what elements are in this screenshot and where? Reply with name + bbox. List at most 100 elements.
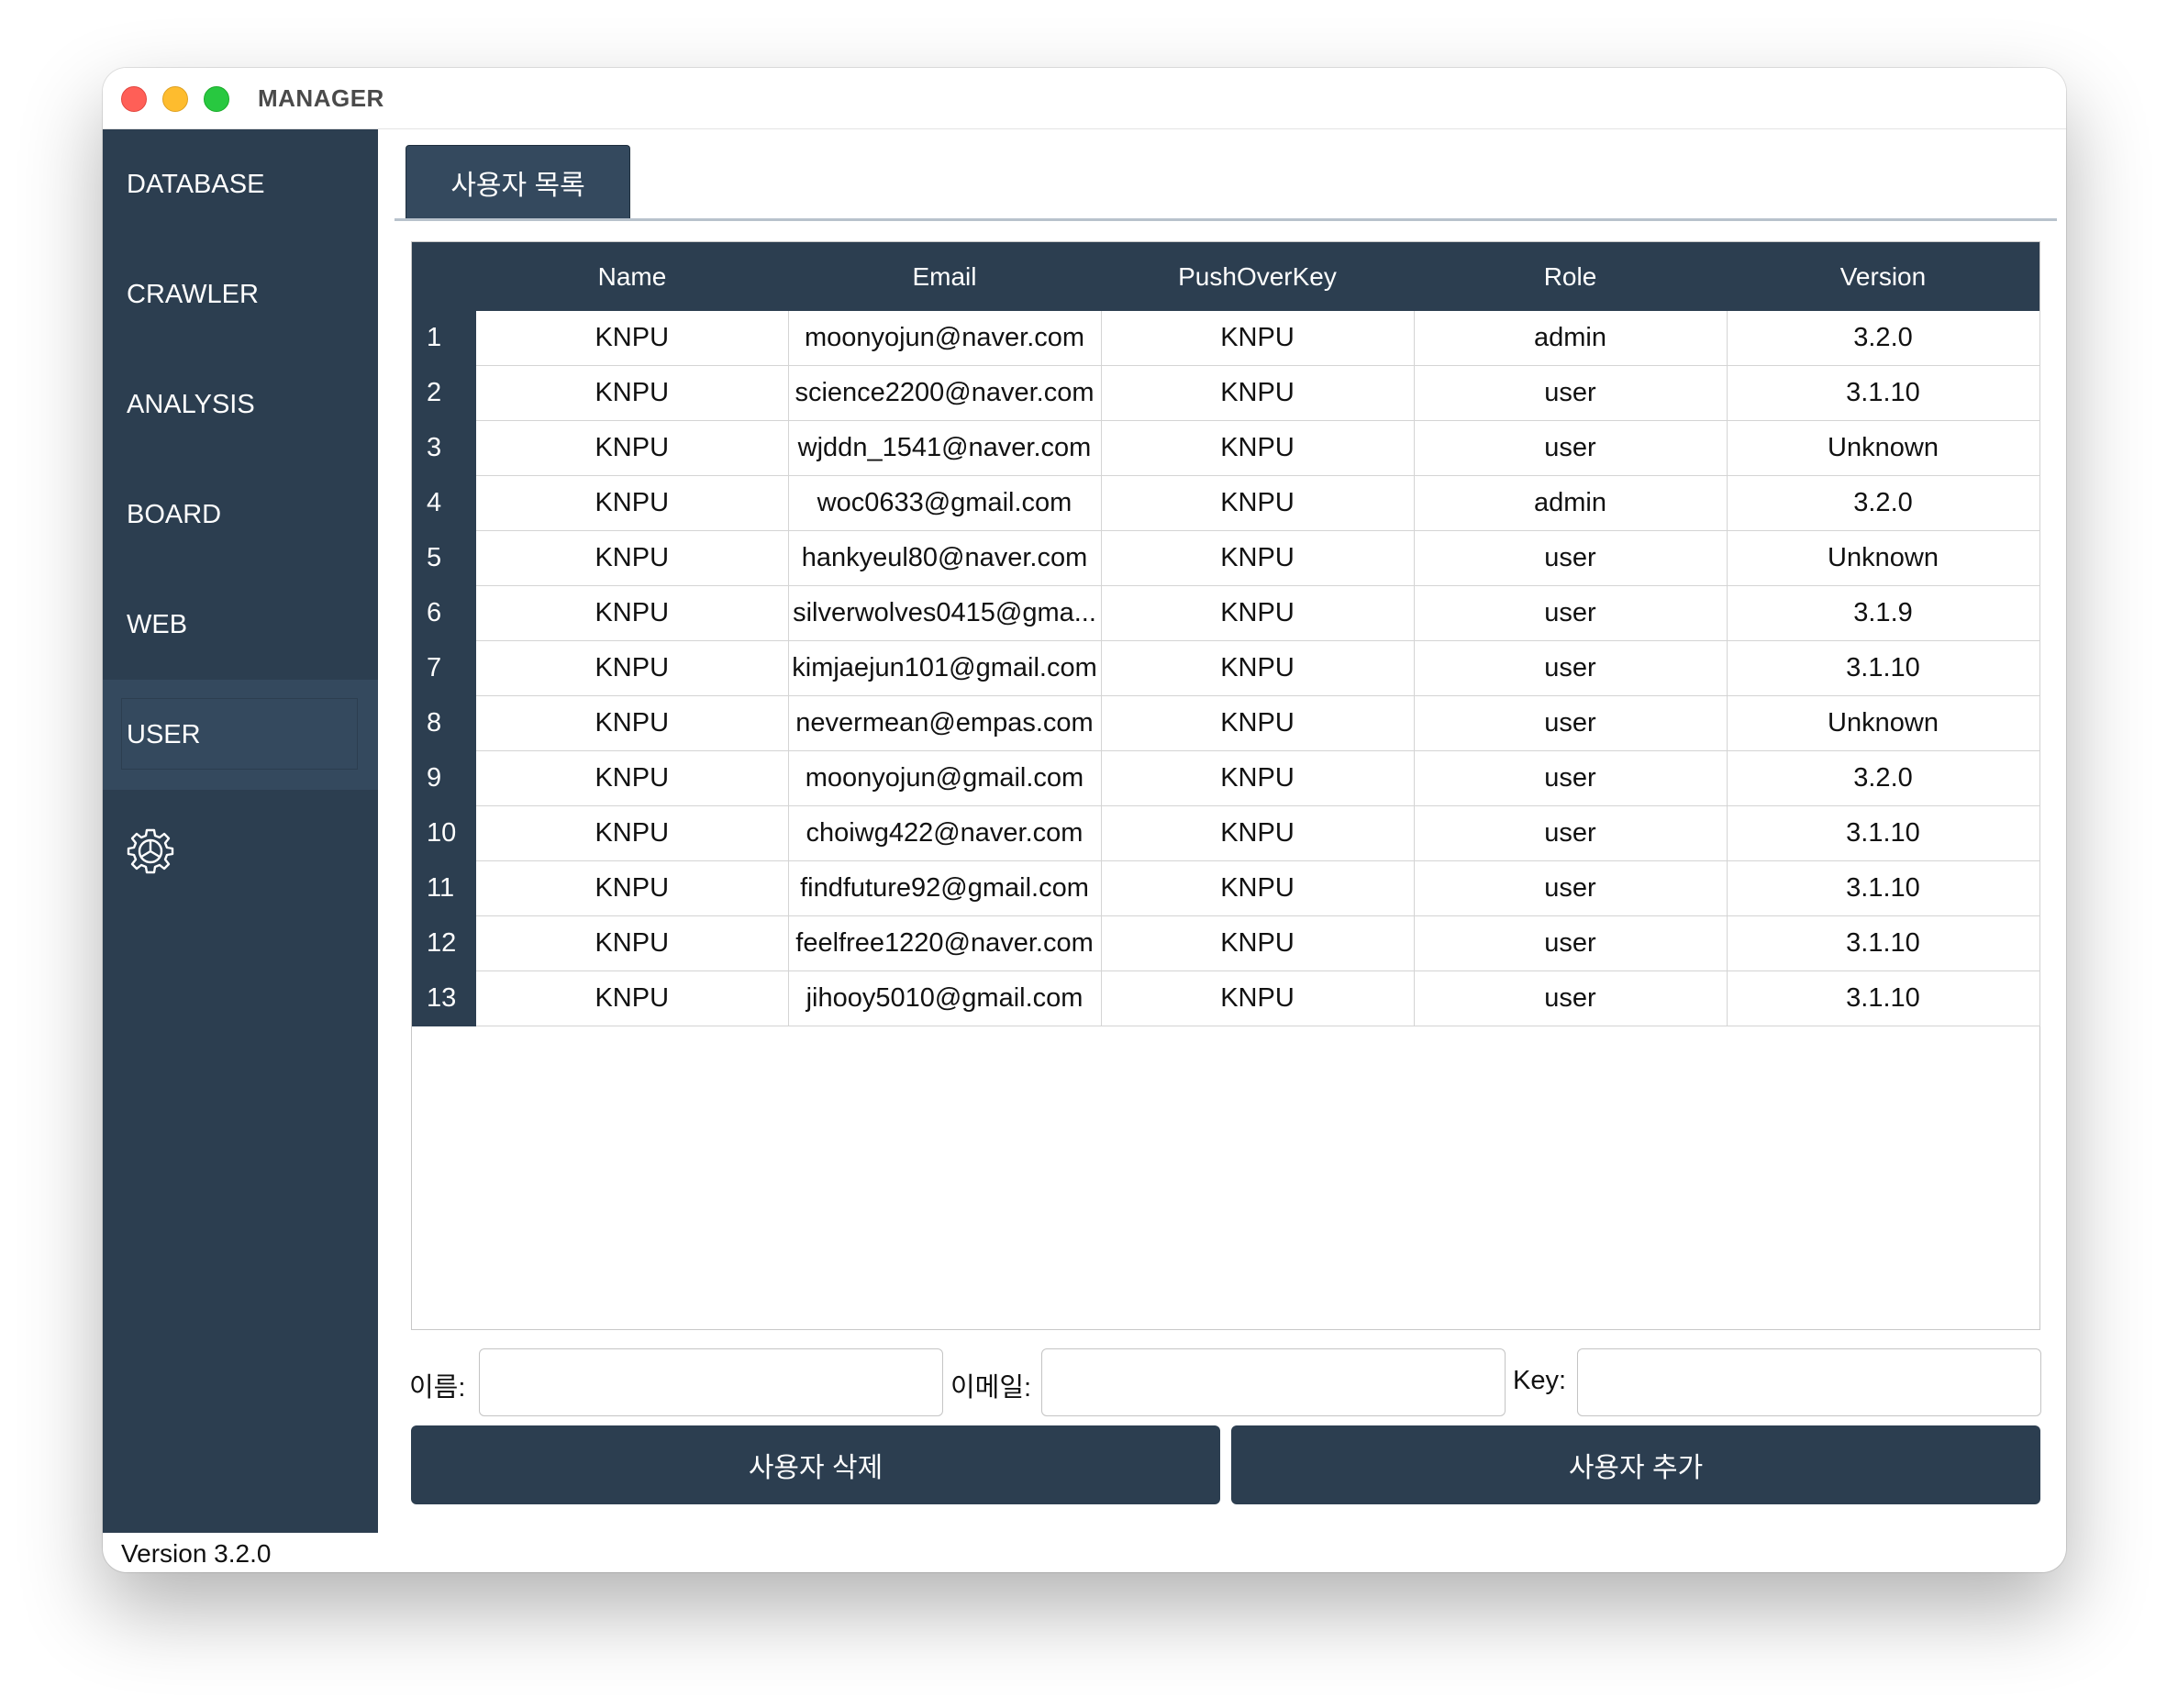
delete-user-button[interactable]: 사용자 삭제 [411,1425,1220,1504]
name-cell[interactable]: KNPU [476,311,789,366]
pushoverkey-cell[interactable]: KNPU [1101,365,1415,421]
role-cell[interactable]: user [1414,420,1728,476]
pushoverkey-cell[interactable]: KNPU [1101,860,1415,916]
name-cell[interactable]: KNPU [476,585,789,641]
version-cell[interactable]: 3.1.10 [1727,860,2040,916]
sidebar-item-web[interactable]: WEB [103,570,378,680]
name-cell[interactable]: KNPU [476,915,789,971]
version-cell[interactable]: Unknown [1727,530,2040,586]
name-cell[interactable]: KNPU [476,970,789,1026]
role-cell[interactable]: user [1414,640,1728,696]
email-cell[interactable]: findfuture92@gmail.com [788,860,1102,916]
name-cell[interactable]: KNPU [476,805,789,861]
email-cell[interactable]: jihooy5010@gmail.com [788,970,1102,1026]
email-cell[interactable]: hankyeul80@naver.com [788,530,1102,586]
tab-user-list[interactable]: 사용자 목록 [406,145,630,218]
name-input[interactable] [479,1348,943,1416]
table-row[interactable]: 9 KNPU moonyojun@gmail.com KNPU user 3.2.0 [412,750,2040,806]
email-cell[interactable]: woc0633@gmail.com [788,475,1102,531]
table-row[interactable]: 6 KNPU silverwolves0415@gma... KNPU user 3.1.… [412,585,2040,641]
email-cell[interactable]: kimjaejun101@gmail.com [788,640,1102,696]
version-cell[interactable]: 3.1.10 [1727,365,2040,421]
pushoverkey-cell[interactable]: KNPU [1101,640,1415,696]
table-row[interactable]: 5 KNPU hankyeul80@naver.com KNPU user Unknown [412,530,2040,586]
sidebar-item-database[interactable]: DATABASE [103,129,378,239]
name-cell[interactable]: KNPU [476,695,789,751]
table-row[interactable]: 7 KNPU kimjaejun101@gmail.com KNPU user 3.1.1… [412,640,2040,696]
version-cell[interactable]: 3.1.10 [1727,640,2040,696]
role-cell[interactable]: user [1414,365,1728,421]
version-cell[interactable]: Unknown [1727,420,2040,476]
close-window-button[interactable] [121,86,147,112]
name-cell[interactable]: KNPU [476,365,789,421]
email-cell[interactable]: moonyojun@naver.com [788,311,1102,366]
table-row[interactable]: 1 KNPU moonyojun@naver.com KNPU admin 3.2.0 [412,311,2040,366]
version-cell[interactable]: 3.2.0 [1727,475,2040,531]
version-cell[interactable]: 3.1.9 [1727,585,2040,641]
role-cell[interactable]: user [1414,860,1728,916]
role-cell[interactable]: user [1414,805,1728,861]
version-cell[interactable]: 3.2.0 [1727,311,2040,366]
maximize-window-button[interactable] [204,86,229,112]
role-cell[interactable]: user [1414,585,1728,641]
sidebar-item-user[interactable]: USER [103,680,378,790]
table-row[interactable]: 2 KNPU science2200@naver.com KNPU user 3.1.10 [412,365,2040,421]
email-cell[interactable]: nevermean@empas.com [788,695,1102,751]
email-cell[interactable]: silverwolves0415@gma... [788,585,1102,641]
pushoverkey-cell[interactable]: KNPU [1101,915,1415,971]
version-cell[interactable]: 3.1.10 [1727,970,2040,1026]
column-header-pushoverkey[interactable]: PushOverKey [1101,242,1414,311]
add-user-button[interactable]: 사용자 추가 [1231,1425,2040,1504]
pushoverkey-cell[interactable]: KNPU [1101,805,1415,861]
key-input[interactable] [1577,1348,2041,1416]
table-row[interactable]: 4 KNPU woc0633@gmail.com KNPU admin 3.2.0 [412,475,2040,531]
pushoverkey-cell[interactable]: KNPU [1101,475,1415,531]
pushoverkey-cell[interactable]: KNPU [1101,585,1415,641]
pushoverkey-cell[interactable]: KNPU [1101,530,1415,586]
pushoverkey-cell[interactable]: KNPU [1101,750,1415,806]
gear-icon[interactable] [127,826,174,874]
sidebar-item-analysis[interactable]: ANALYSIS [103,349,378,460]
pushoverkey-cell[interactable]: KNPU [1101,970,1415,1026]
column-header-role[interactable]: Role [1414,242,1727,311]
pushoverkey-cell[interactable]: KNPU [1101,420,1415,476]
email-cell[interactable]: choiwg422@naver.com [788,805,1102,861]
table-row[interactable]: 11 KNPU findfuture92@gmail.com KNPU user 3.1.… [412,860,2040,916]
table-row[interactable]: 13 KNPU jihooy5010@gmail.com KNPU user 3.1.10 [412,970,2040,1026]
role-cell[interactable]: admin [1414,475,1728,531]
version-cell[interactable]: 3.2.0 [1727,750,2040,806]
role-cell[interactable]: user [1414,915,1728,971]
version-cell[interactable]: 3.1.10 [1727,915,2040,971]
name-cell[interactable]: KNPU [476,860,789,916]
email-cell[interactable]: science2200@naver.com [788,365,1102,421]
table-row[interactable]: 3 KNPU wjddn_1541@naver.com KNPU user Unknown [412,420,2040,476]
sidebar-item-crawler[interactable]: CRAWLER [103,239,378,349]
name-cell[interactable]: KNPU [476,530,789,586]
role-cell[interactable]: user [1414,530,1728,586]
minimize-window-button[interactable] [162,86,188,112]
sidebar-item-board[interactable]: BOARD [103,460,378,570]
email-cell[interactable]: moonyojun@gmail.com [788,750,1102,806]
name-cell[interactable]: KNPU [476,475,789,531]
email-cell[interactable]: wjddn_1541@naver.com [788,420,1102,476]
column-header-email[interactable]: Email [788,242,1101,311]
version-cell[interactable]: 3.1.10 [1727,805,2040,861]
name-cell[interactable]: KNPU [476,640,789,696]
column-header-name[interactable]: Name [476,242,788,311]
version-cell[interactable]: Unknown [1727,695,2040,751]
name-cell[interactable]: KNPU [476,750,789,806]
role-cell[interactable]: user [1414,750,1728,806]
name-cell[interactable]: KNPU [476,420,789,476]
user-table[interactable]: Name Email PushOverKey Role Version 1 KNP… [411,241,2040,1330]
role-cell[interactable]: user [1414,970,1728,1026]
role-cell[interactable]: admin [1414,311,1728,366]
table-row[interactable]: 8 KNPU nevermean@empas.com KNPU user Unknown [412,695,2040,751]
email-input[interactable] [1041,1348,1506,1416]
role-cell[interactable]: user [1414,695,1728,751]
pushoverkey-cell[interactable]: KNPU [1101,311,1415,366]
table-row[interactable]: 10 KNPU choiwg422@naver.com KNPU user 3.1.10 [412,805,2040,861]
table-row[interactable]: 12 KNPU feelfree1220@naver.com KNPU user 3.1.… [412,915,2040,971]
pushoverkey-cell[interactable]: KNPU [1101,695,1415,751]
column-header-version[interactable]: Version [1727,242,2039,311]
email-cell[interactable]: feelfree1220@naver.com [788,915,1102,971]
